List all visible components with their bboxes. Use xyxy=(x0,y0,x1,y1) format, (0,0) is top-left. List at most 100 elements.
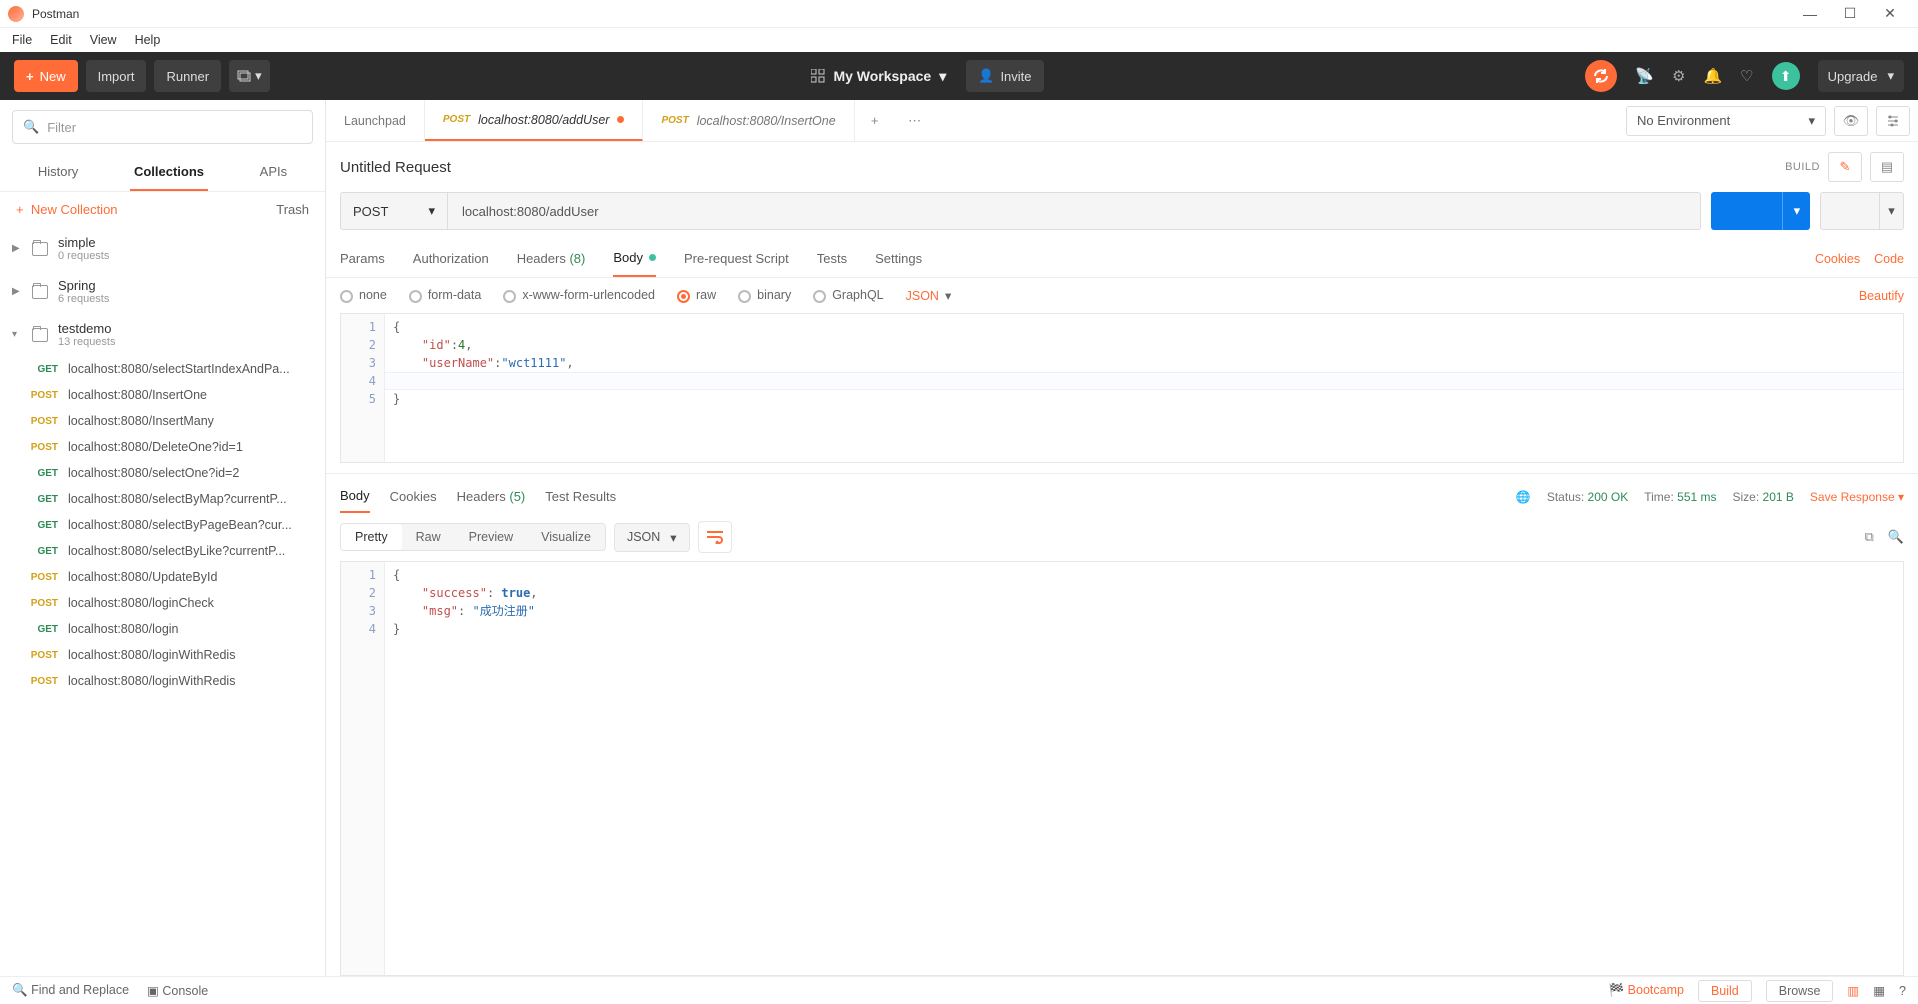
cookies-link[interactable]: Cookies xyxy=(1815,252,1860,266)
request-item[interactable]: POSTlocalhost:8080/loginWithRedis xyxy=(0,668,325,694)
capture-icon[interactable]: 📡 xyxy=(1635,67,1654,85)
beautify-link[interactable]: Beautify xyxy=(1859,289,1904,303)
save-dropdown[interactable]: ▾ xyxy=(1879,193,1903,229)
tab-apis[interactable]: APIs xyxy=(256,154,291,191)
view-pretty[interactable]: Pretty xyxy=(341,524,402,550)
tab-request[interactable]: POST localhost:8080/InsertOne xyxy=(643,100,854,141)
url-input[interactable]: localhost:8080/addUser xyxy=(448,192,1701,230)
tab-launchpad[interactable]: Launchpad xyxy=(326,100,425,141)
new-button[interactable]: +New xyxy=(14,60,78,92)
menu-help[interactable]: Help xyxy=(135,33,161,47)
heart-icon[interactable]: ♡ xyxy=(1740,67,1753,85)
search-response-button[interactable]: 🔍 xyxy=(1888,529,1904,545)
request-item[interactable]: POSTlocalhost:8080/loginCheck xyxy=(0,590,325,616)
radio-binary[interactable]: binary xyxy=(738,288,791,302)
sync-button[interactable] xyxy=(1585,60,1617,92)
radio-xwww[interactable]: x-www-form-urlencoded xyxy=(503,288,655,302)
resp-tab-headers[interactable]: Headers (5) xyxy=(457,481,526,512)
new-collection-button[interactable]: + New Collection xyxy=(16,202,118,217)
tab-request-active[interactable]: POST localhost:8080/addUser xyxy=(425,100,644,141)
build-label[interactable]: BUILD xyxy=(1785,161,1820,173)
request-item[interactable]: GETlocalhost:8080/selectOne?id=2 xyxy=(0,460,325,486)
notifications-icon[interactable]: 🔔 xyxy=(1703,67,1722,85)
request-item[interactable]: GETlocalhost:8080/selectByPageBean?cur..… xyxy=(0,512,325,538)
env-settings-button[interactable] xyxy=(1876,106,1910,136)
pane-layout-2-button[interactable]: ▦ xyxy=(1873,983,1885,998)
request-item[interactable]: POSTlocalhost:8080/loginWithRedis xyxy=(0,642,325,668)
globe-icon[interactable]: 🌐 xyxy=(1516,490,1531,504)
collection-item[interactable]: ▾ testdemo13 requests xyxy=(0,313,325,356)
radio-formdata[interactable]: form-data xyxy=(409,288,482,302)
send-button[interactable]: Send▾ xyxy=(1711,192,1811,230)
invite-button[interactable]: 👤 Invite xyxy=(966,60,1043,92)
help-button[interactable]: ? xyxy=(1899,984,1906,998)
chevron-right-icon: ▶ xyxy=(12,286,22,297)
trash-link[interactable]: Trash xyxy=(276,202,309,217)
response-format-selector[interactable]: JSON▾ xyxy=(614,523,690,552)
upgrade-button[interactable]: Upgrade▾ xyxy=(1818,60,1904,92)
tab-tests[interactable]: Tests xyxy=(817,241,847,276)
body-indicator-icon xyxy=(649,254,656,261)
collection-item[interactable]: ▶ Spring6 requests xyxy=(0,270,325,313)
tab-prerequest[interactable]: Pre-request Script xyxy=(684,241,789,276)
settings-icon[interactable]: ⚙ xyxy=(1672,67,1685,85)
content-area: Launchpad POST localhost:8080/addUser PO… xyxy=(326,100,1918,976)
tab-collections[interactable]: Collections xyxy=(130,154,208,191)
save-button[interactable]: Save▾ xyxy=(1820,192,1904,230)
request-item[interactable]: GETlocalhost:8080/selectByMap?currentP..… xyxy=(0,486,325,512)
method-selector[interactable]: POST▾ xyxy=(340,192,448,230)
resp-tab-body[interactable]: Body xyxy=(340,480,370,513)
tab-settings[interactable]: Settings xyxy=(875,241,922,276)
request-item[interactable]: GETlocalhost:8080/login xyxy=(0,616,325,642)
bootcamp-button[interactable]: 🏁 Bootcamp xyxy=(1609,983,1684,998)
request-item[interactable]: GETlocalhost:8080/selectByLike?currentP.… xyxy=(0,538,325,564)
code-link[interactable]: Code xyxy=(1874,252,1904,266)
import-button[interactable]: Import xyxy=(86,60,147,92)
resp-tab-tests[interactable]: Test Results xyxy=(545,481,616,512)
window-title: Postman xyxy=(32,7,1790,21)
request-item[interactable]: POSTlocalhost:8080/InsertOne xyxy=(0,382,325,408)
window-picker-button[interactable]: ▾ xyxy=(229,60,270,92)
request-item[interactable]: POSTlocalhost:8080/InsertMany xyxy=(0,408,325,434)
find-replace-button[interactable]: 🔍 Find and Replace xyxy=(12,983,129,998)
radio-raw[interactable]: raw xyxy=(677,288,716,302)
tab-overflow-button[interactable]: ⋯ xyxy=(895,100,935,141)
request-item[interactable]: GETlocalhost:8080/selectStartIndexAndPa.… xyxy=(0,356,325,382)
tab-body[interactable]: Body xyxy=(613,240,656,277)
view-preview[interactable]: Preview xyxy=(455,524,527,550)
radio-graphql[interactable]: GraphQL xyxy=(813,288,883,302)
workspace-selector[interactable]: My Workspace ▾ xyxy=(811,68,946,85)
tab-authorization[interactable]: Authorization xyxy=(413,241,489,276)
view-raw[interactable]: Raw xyxy=(402,524,455,550)
body-format-selector[interactable]: JSON▾ xyxy=(906,288,952,303)
response-body-editor[interactable]: 1234 { "success": true, "msg": "成功注册" } xyxy=(340,561,1904,976)
tab-headers[interactable]: Headers (8) xyxy=(517,241,586,276)
wrap-lines-button[interactable] xyxy=(698,521,732,553)
menu-edit[interactable]: Edit xyxy=(50,33,72,47)
close-button[interactable]: ✕ xyxy=(1870,5,1910,22)
tab-history[interactable]: History xyxy=(34,154,82,191)
tab-params[interactable]: Params xyxy=(340,241,385,276)
save-response-button[interactable]: Save Response ▾ xyxy=(1810,490,1904,504)
request-body-editor[interactable]: 12345 { "id":4, "userName":"wct1111", "p… xyxy=(340,313,1904,463)
maximize-button[interactable]: ☐ xyxy=(1830,5,1870,22)
radio-none[interactable]: none xyxy=(340,288,387,302)
request-item[interactable]: POSTlocalhost:8080/DeleteOne?id=1 xyxy=(0,434,325,460)
console-button[interactable]: ▣ Console xyxy=(147,983,208,998)
menu-view[interactable]: View xyxy=(90,33,117,47)
build-mode-button[interactable]: Build xyxy=(1698,980,1752,1002)
browse-mode-button[interactable]: Browse xyxy=(1766,980,1834,1002)
collection-item[interactable]: ▶ simple0 requests xyxy=(0,227,325,270)
send-dropdown[interactable]: ▾ xyxy=(1782,192,1810,230)
resp-tab-cookies[interactable]: Cookies xyxy=(390,481,437,512)
user-avatar[interactable]: ⬆ xyxy=(1772,62,1800,90)
minimize-button[interactable]: — xyxy=(1790,6,1830,22)
pane-layout-1-button[interactable]: ▥ xyxy=(1847,983,1859,998)
filter-input[interactable]: 🔍 Filter xyxy=(12,110,313,144)
view-visualize[interactable]: Visualize xyxy=(527,524,605,550)
copy-response-button[interactable]: ⧉ xyxy=(1865,529,1874,545)
runner-button[interactable]: Runner xyxy=(154,60,221,92)
add-tab-button[interactable]: + xyxy=(855,100,895,141)
request-item[interactable]: POSTlocalhost:8080/UpdateById xyxy=(0,564,325,590)
menu-file[interactable]: File xyxy=(12,33,32,47)
